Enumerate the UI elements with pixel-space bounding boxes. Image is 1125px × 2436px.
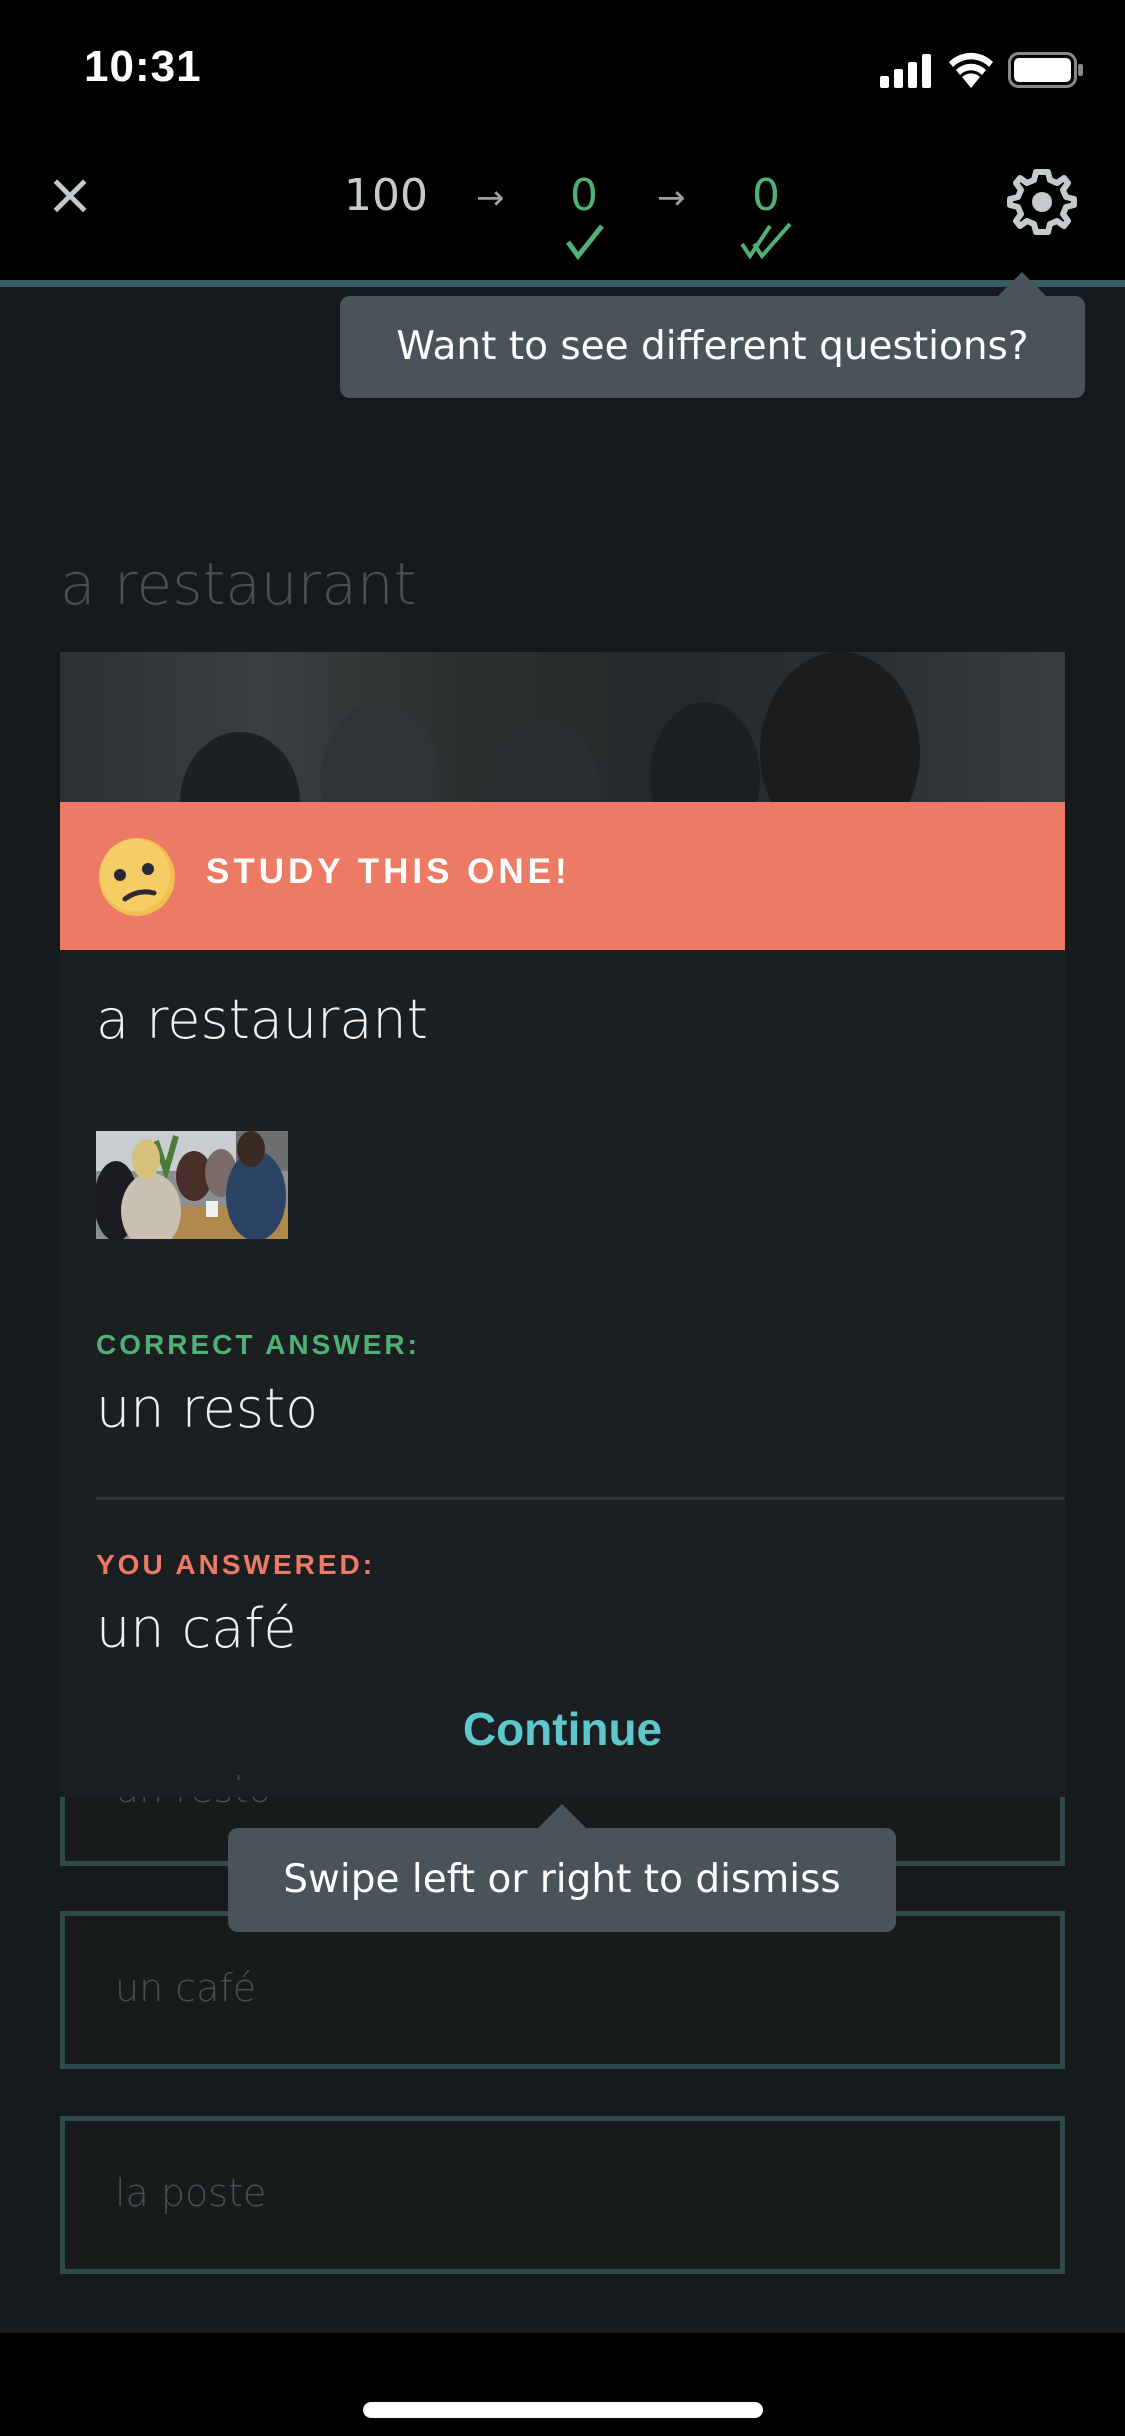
user-answer-label: YOU ANSWERED: [96,1549,376,1580]
correct-answer-label: CORRECT ANSWER: [96,1329,420,1360]
study-nav-bar [0,130,1125,283]
settings-hint-tooltip[interactable]: Want to see different questions? [340,272,1085,398]
gear-icon[interactable] [1006,166,1078,238]
status-time: 10:31 [84,42,202,91]
double-check-icon [740,222,792,260]
close-icon[interactable]: × [44,165,96,223]
option-label: la poste [115,2171,267,2215]
settings-hint-text: Want to see different questions? [396,324,1029,369]
card-footer-strip [60,1780,1065,1797]
home-indicator[interactable] [363,2402,763,2418]
dismiss-hint-tooltip[interactable]: Swipe left or right to dismiss [228,1804,896,1932]
option-un-cafe[interactable]: un café [60,1911,1065,2069]
option-label: un café [115,1966,257,2010]
status-bar: 10:31 [0,0,1125,130]
remaining-count: 100 [344,170,428,221]
answer-divider [96,1497,1065,1500]
study-banner-text: STUDY THIS ONE! [206,852,571,891]
user-answer-text: un café [96,1597,297,1660]
study-banner: STUDY THIS ONE! [60,802,1065,950]
dismiss-hint-text: Swipe left or right to dismiss [283,1857,841,1902]
term-text: a restaurant [96,988,428,1051]
arrow-right-icon: → [476,178,505,218]
mastered-count: 0 [752,170,780,221]
correct-once-count: 0 [570,170,598,221]
wifi-icon [949,52,993,88]
arrow-right-icon: → [657,178,686,218]
question-prompt: a restaurant [60,550,417,618]
correct-answer-text: un resto [96,1377,319,1440]
feedback-card[interactable]: STUDY THIS ONE! a restaurant CORRECT ANS… [60,652,1065,1797]
confused-face-emoji [99,838,175,916]
battery-icon [1008,52,1083,88]
tooltip-caret [996,272,1048,298]
restaurant-photo-thumbnail [96,1131,288,1239]
cellular-signal-icon [880,54,931,88]
progress-divider [0,280,1125,287]
restaurant-photo [96,1131,288,1239]
option-la-poste[interactable]: la poste [60,2116,1065,2274]
tooltip-caret [536,1804,588,1830]
continue-button[interactable]: Continue [60,1702,1065,1756]
check-icon [565,224,604,261]
home-bar-area [0,2333,1125,2436]
restaurant-photo-header [60,652,1065,872]
